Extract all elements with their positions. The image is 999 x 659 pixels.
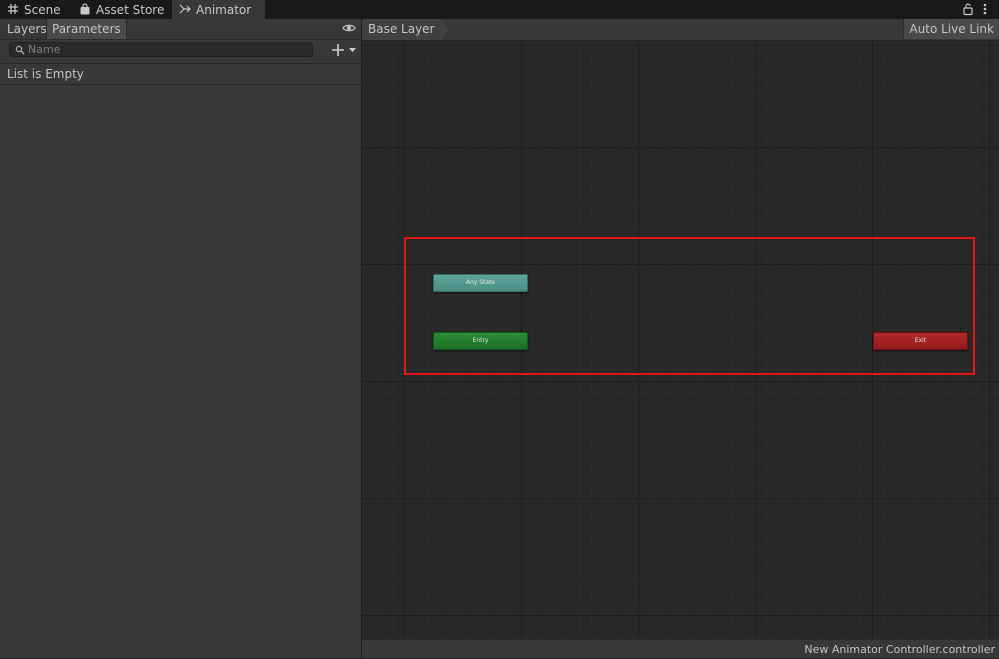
tab-label: Asset Store (96, 3, 165, 17)
graph-toolbar: Base Layer Auto Live Link (362, 19, 999, 41)
status-bar: New Animator Controller.controller (362, 639, 999, 658)
tab-animator[interactable]: Animator (172, 0, 265, 19)
grid-icon (8, 4, 18, 14)
lock-icon[interactable] (962, 2, 974, 16)
eye-icon[interactable] (342, 23, 356, 33)
empty-list-message: List is Empty (0, 64, 361, 85)
parameters-panel: Layers Parameters List is Empty (0, 19, 362, 658)
animator-icon (179, 4, 191, 14)
editor-tab-bar: Scene Asset Store Animator (0, 0, 999, 20)
tab-label: Animator (196, 3, 252, 17)
tab-label: Scene (24, 3, 61, 17)
add-parameter-button[interactable] (331, 42, 359, 58)
bag-icon (80, 3, 90, 15)
tab-parameters[interactable]: Parameters (46, 19, 127, 39)
search-field[interactable] (9, 42, 313, 57)
tab-layers[interactable]: Layers (2, 19, 52, 39)
controller-filename: New Animator Controller.controller (804, 643, 995, 656)
search-icon (15, 45, 25, 55)
search-input[interactable] (28, 43, 308, 56)
search-row (0, 40, 361, 62)
kebab-menu-icon[interactable] (980, 2, 990, 16)
breadcrumb-base-layer[interactable]: Base Layer (362, 19, 449, 40)
tab-asset-store[interactable]: Asset Store (72, 0, 174, 19)
auto-live-link-button[interactable]: Auto Live Link (903, 19, 999, 39)
highlight-rectangle (404, 237, 975, 375)
panel-tab-strip: Layers Parameters (0, 19, 361, 40)
tab-scene[interactable]: Scene (0, 0, 71, 19)
